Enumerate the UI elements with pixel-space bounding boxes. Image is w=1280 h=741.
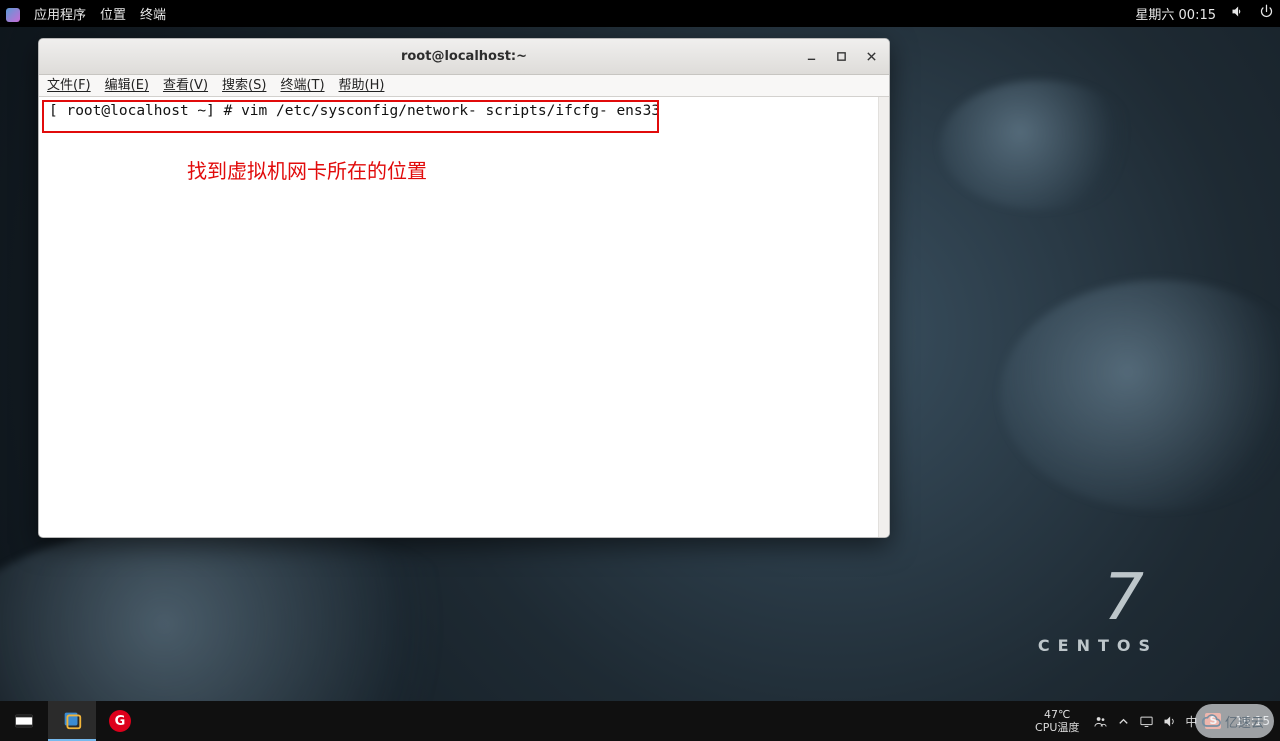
panel-menu-terminal[interactable]: 终端 xyxy=(140,4,166,23)
tray-display-icon[interactable] xyxy=(1139,714,1154,729)
taskbar-app-vmware[interactable] xyxy=(48,701,96,741)
brand-version: 7 xyxy=(1038,566,1158,630)
menu-file[interactable]: 文件(F) xyxy=(47,74,91,93)
taskbar-app-netease-music[interactable]: G xyxy=(96,701,144,741)
wallpaper-cloud xyxy=(940,80,1140,210)
tray-people-icon[interactable] xyxy=(1093,714,1108,729)
menu-help[interactable]: 帮助(H) xyxy=(339,74,385,93)
prompt-host: localhost ~] # xyxy=(110,103,241,119)
gnome-logo-icon xyxy=(6,8,20,22)
wallpaper-cloud xyxy=(1000,280,1280,510)
window-maximize-button[interactable] xyxy=(829,44,853,68)
watermark-text: 亿速云 xyxy=(1225,712,1264,731)
terminal-window: root@localhost:~ 文件(F) 编辑(E) 查看(V) 搜索(S)… xyxy=(38,38,890,538)
volume-icon[interactable] xyxy=(1230,4,1245,23)
terminal-menubar: 文件(F) 编辑(E) 查看(V) 搜索(S) 终端(T) 帮助(H) xyxy=(39,75,889,97)
terminal-titlebar[interactable]: root@localhost:~ xyxy=(39,39,889,75)
terminal-body[interactable]: [ root@localhost ~] # vim /etc/sysconfig… xyxy=(39,97,889,537)
panel-menu-applications[interactable]: 应用程序 xyxy=(34,4,86,23)
wallpaper-brand: 7 CENTOS xyxy=(1038,566,1158,655)
cloud-icon xyxy=(1201,711,1221,731)
cpu-temp-value: 47℃ xyxy=(1035,708,1079,721)
menu-terminal[interactable]: 终端(T) xyxy=(280,74,324,93)
menu-search[interactable]: 搜索(S) xyxy=(222,74,266,93)
prompt-command: vim /etc/sysconfig/network- scripts/ifcf… xyxy=(241,103,660,119)
panel-datetime[interactable]: 星期六 00:15 xyxy=(1135,4,1216,23)
gnome-top-panel: 应用程序 位置 终端 星期六 00:15 xyxy=(0,0,1280,27)
terminal-title: root@localhost:~ xyxy=(401,49,527,64)
menu-view[interactable]: 查看(V) xyxy=(163,74,208,93)
prompt-user: [ root xyxy=(49,103,101,119)
terminal-scrollbar[interactable] xyxy=(878,97,889,537)
power-icon[interactable] xyxy=(1259,4,1274,23)
window-minimize-button[interactable] xyxy=(799,44,823,68)
tray-chevron-up-icon[interactable] xyxy=(1116,714,1131,729)
tray-volume-icon[interactable] xyxy=(1162,714,1177,729)
annotation-text: 找到虚拟机网卡所在的位置 xyxy=(187,155,427,184)
watermark-badge: 亿速云 xyxy=(1195,704,1274,738)
taskbar-cpu-temp[interactable]: 47℃ CPU温度 xyxy=(1035,708,1085,734)
terminal-line: [ root@localhost ~] # vim /etc/sysconfig… xyxy=(49,103,879,119)
menu-edit[interactable]: 编辑(E) xyxy=(105,74,149,93)
taskbar-app-video-editor[interactable] xyxy=(0,701,48,741)
cpu-temp-label: CPU温度 xyxy=(1035,721,1079,734)
panel-menu-places[interactable]: 位置 xyxy=(100,4,126,23)
netease-music-icon: G xyxy=(109,710,131,732)
brand-name: CENTOS xyxy=(1038,636,1158,655)
prompt-at: @ xyxy=(101,103,110,119)
host-taskbar: G 47℃ CPU温度 中 S 16:15 xyxy=(0,701,1280,741)
window-close-button[interactable] xyxy=(859,44,883,68)
